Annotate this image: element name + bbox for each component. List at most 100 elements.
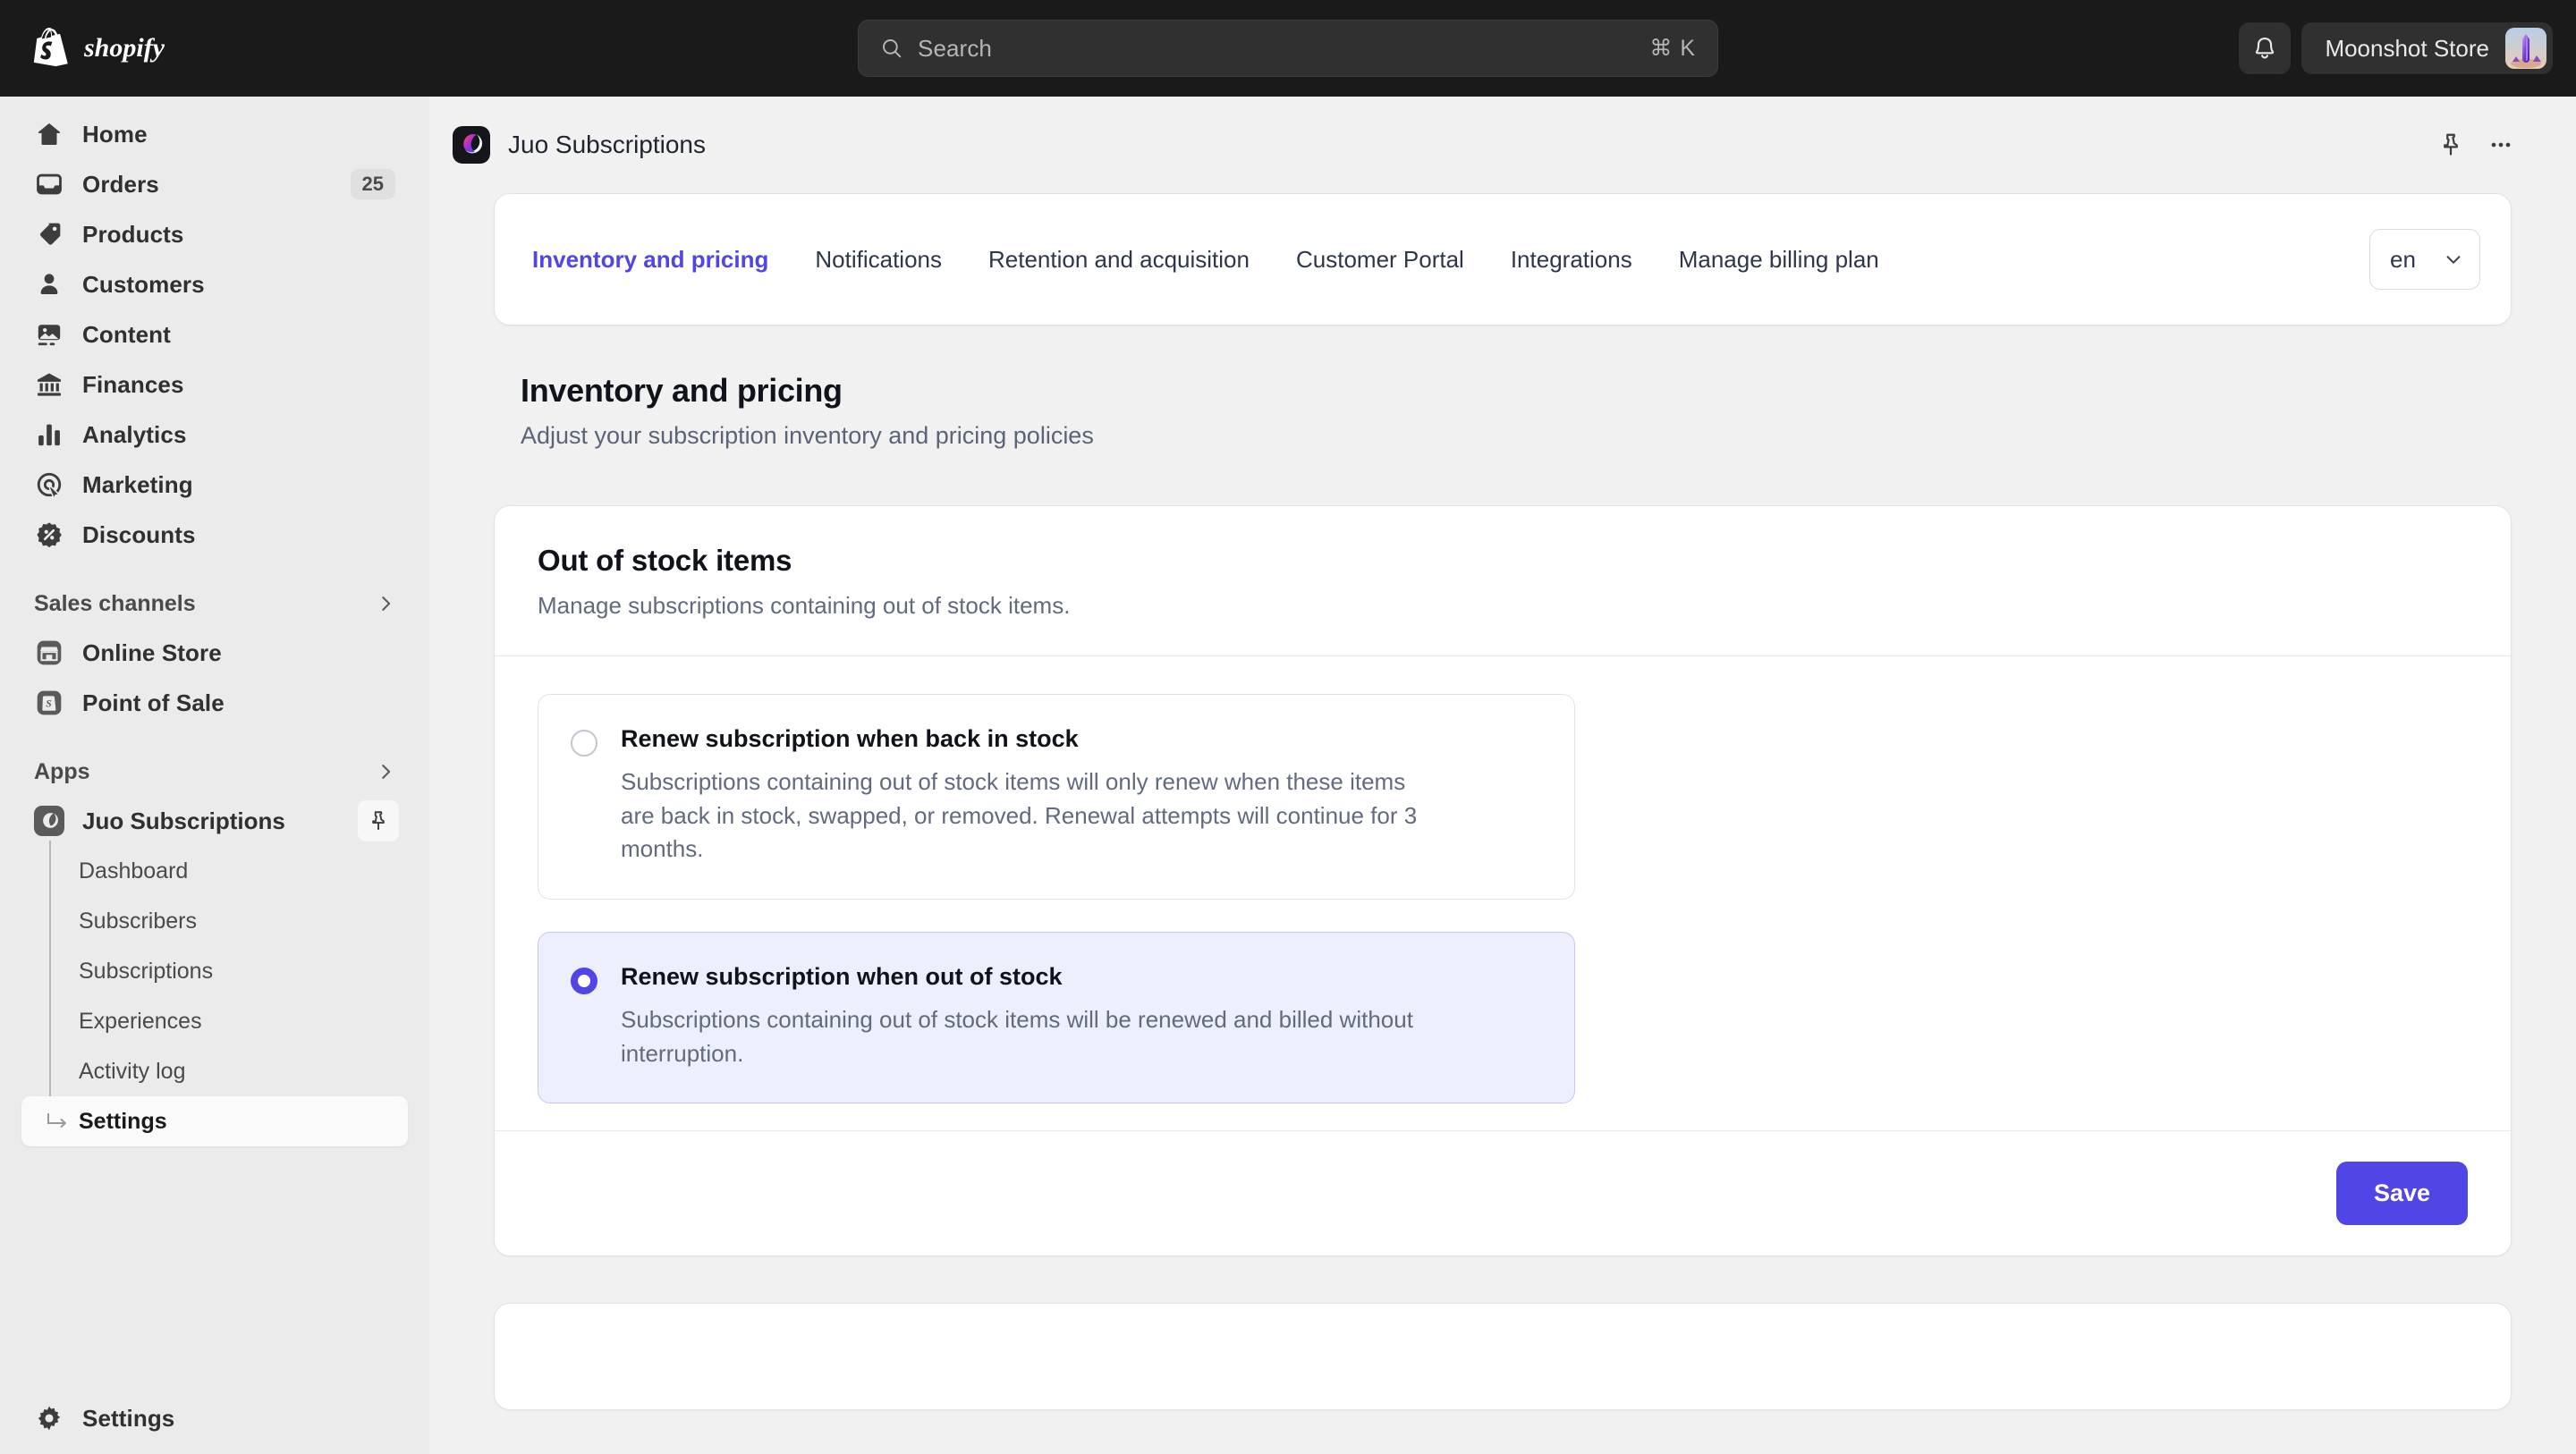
global-search[interactable]: Search ⌘ K	[858, 20, 1718, 77]
language-value: en	[2390, 245, 2416, 273]
sidebar-item-finances[interactable]: Finances	[21, 359, 408, 410]
content-area: Inventory and pricing Notifications Rete…	[429, 173, 2576, 1411]
sidebar-subitem-settings[interactable]: Settings	[21, 1096, 408, 1146]
tab-label: Customer Portal	[1295, 245, 1464, 273]
tab-label: Retention and acquisition	[988, 245, 1250, 273]
sales-channels-title: Sales channels	[34, 590, 196, 616]
tab-retention-and-acquisition[interactable]: Retention and acquisition	[965, 193, 1273, 325]
radio-button[interactable]	[571, 730, 597, 757]
sidebar-item-point-of-sale[interactable]: S Point of Sale	[21, 678, 408, 728]
sidebar-item-home[interactable]: Home	[21, 109, 408, 159]
subitem-label: Subscriptions	[79, 958, 214, 984]
juo-app-icon	[453, 126, 490, 164]
sidebar-subitem-subscriptions[interactable]: Subscriptions	[21, 946, 408, 996]
pin-icon	[372, 811, 385, 831]
radio-button[interactable]	[571, 968, 597, 995]
tab-customer-portal[interactable]: Customer Portal	[1273, 193, 1487, 325]
orders-badge: 25	[350, 169, 395, 199]
pin-app-header-button[interactable]	[2426, 120, 2476, 170]
chevron-right-icon	[382, 596, 391, 611]
svg-text:shopify: shopify	[84, 33, 165, 63]
more-actions-button[interactable]	[2476, 120, 2526, 170]
marketing-icon	[37, 472, 62, 500]
save-button[interactable]: Save	[2335, 1162, 2468, 1226]
page-heading: Inventory and pricing Adjust your subscr…	[521, 372, 2512, 450]
search-placeholder: Search	[918, 34, 992, 62]
next-panel-partial	[494, 1303, 2512, 1411]
apps-title: Apps	[34, 758, 90, 784]
sidebar-item-marketing[interactable]: Marketing	[21, 460, 408, 510]
option-renew-when-back-in-stock[interactable]: Renew subscription when back in stock Su…	[538, 694, 1575, 900]
store-name: Moonshot Store	[2325, 34, 2489, 62]
pin-app-button[interactable]	[358, 800, 399, 841]
sidebar-item-online-store[interactable]: Online Store	[21, 628, 408, 678]
app-header: Juo Subscriptions	[429, 116, 2576, 173]
sidebar-item-discounts[interactable]: Discounts	[21, 510, 408, 560]
sidebar-item-juo-subscriptions[interactable]: Juo Subscriptions	[21, 796, 408, 846]
language-select[interactable]: en	[2369, 229, 2480, 290]
option-texts: Renew subscription when out of stock Sub…	[621, 963, 1542, 1070]
option-texts: Renew subscription when back in stock Su…	[621, 725, 1542, 866]
tab-integrations[interactable]: Integrations	[1487, 193, 1656, 325]
notifications-button[interactable]	[2239, 22, 2292, 74]
sidebar-item-label: Content	[82, 320, 171, 348]
store-switcher-button[interactable]: Moonshot Store	[2301, 22, 2553, 74]
sidebar-item-label: Products	[82, 220, 184, 248]
top-bar: shopify Search ⌘ K Moonshot Store	[0, 0, 2576, 97]
sidebar-main-nav: Home Orders 25 Products Customers Conten…	[21, 109, 408, 560]
sidebar-item-label: Online Store	[82, 638, 222, 666]
bell-icon	[2256, 37, 2275, 59]
online-store-icon	[37, 640, 62, 665]
sidebar-item-content[interactable]: Content	[21, 309, 408, 359]
search-input[interactable]: Search ⌘ K	[858, 20, 1718, 77]
sidebar-app-label: Juo Subscriptions	[82, 807, 285, 834]
sidebar-item-label: Point of Sale	[82, 689, 225, 716]
ellipsis-icon	[2491, 142, 2511, 148]
panel-heading: Out of stock items Manage subscriptions …	[495, 506, 2511, 655]
shopify-logo[interactable]: shopify	[32, 28, 220, 69]
subitem-label: Settings	[79, 1108, 167, 1134]
main-content: Juo Subscriptions Inventory and pricing	[429, 97, 2576, 1454]
point-of-sale-icon: S	[37, 690, 62, 715]
sidebar-item-analytics[interactable]: Analytics	[21, 410, 408, 460]
subitem-label: Subscribers	[79, 908, 197, 934]
tab-inventory-and-pricing[interactable]: Inventory and pricing	[509, 193, 792, 325]
discounts-icon	[37, 522, 62, 548]
subitem-label: Activity log	[79, 1058, 186, 1084]
sidebar-settings-label: Settings	[82, 1404, 175, 1432]
panel-footer: Save	[495, 1131, 2511, 1255]
sidebar-item-orders[interactable]: Orders 25	[21, 159, 408, 209]
tab-notifications[interactable]: Notifications	[792, 193, 965, 325]
option-renew-when-out-of-stock[interactable]: Renew subscription when out of stock Sub…	[538, 932, 1575, 1104]
sidebar-item-settings[interactable]: Settings	[21, 1393, 408, 1443]
shopify-wordmark: shopify	[84, 33, 165, 63]
sidebar-footer: Settings	[21, 1393, 408, 1443]
orders-icon	[37, 173, 62, 195]
subitem-label: Experiences	[79, 1008, 202, 1034]
tab-manage-billing-plan[interactable]: Manage billing plan	[1656, 193, 1902, 325]
home-icon	[38, 123, 61, 146]
radio-group: Renew subscription when back in stock Su…	[495, 656, 2511, 1130]
tab-label: Inventory and pricing	[532, 245, 769, 273]
svg-text:S: S	[46, 698, 51, 709]
out-of-stock-panel: Out of stock items Manage subscriptions …	[494, 505, 2512, 1257]
sidebar-subitem-activity-log[interactable]: Activity log	[21, 1046, 408, 1096]
avatar	[2505, 28, 2546, 69]
chevron-right-icon	[382, 765, 391, 779]
arrow-right-icon	[47, 1113, 66, 1128]
option-title: Renew subscription when back in stock	[621, 725, 1079, 752]
sales-channels-section-header[interactable]: Sales channels	[21, 579, 408, 628]
option-description: Subscriptions containing out of stock it…	[621, 768, 1418, 863]
apps-section-header[interactable]: Apps	[21, 748, 408, 796]
sidebar-subitem-experiences[interactable]: Experiences	[21, 996, 408, 1046]
sidebar-item-label: Discounts	[82, 520, 196, 548]
search-shortcut: ⌘ K	[1649, 36, 1696, 61]
tab-label: Notifications	[815, 245, 942, 273]
panel-title: Out of stock items	[538, 544, 792, 577]
products-icon	[39, 223, 61, 245]
sidebar-subitem-subscribers[interactable]: Subscribers	[21, 896, 408, 946]
sidebar-item-customers[interactable]: Customers	[21, 259, 408, 309]
sidebar-subitem-dashboard[interactable]: Dashboard	[21, 846, 408, 896]
sidebar-item-products[interactable]: Products	[21, 209, 408, 259]
page-title: Inventory and pricing	[521, 372, 843, 409]
